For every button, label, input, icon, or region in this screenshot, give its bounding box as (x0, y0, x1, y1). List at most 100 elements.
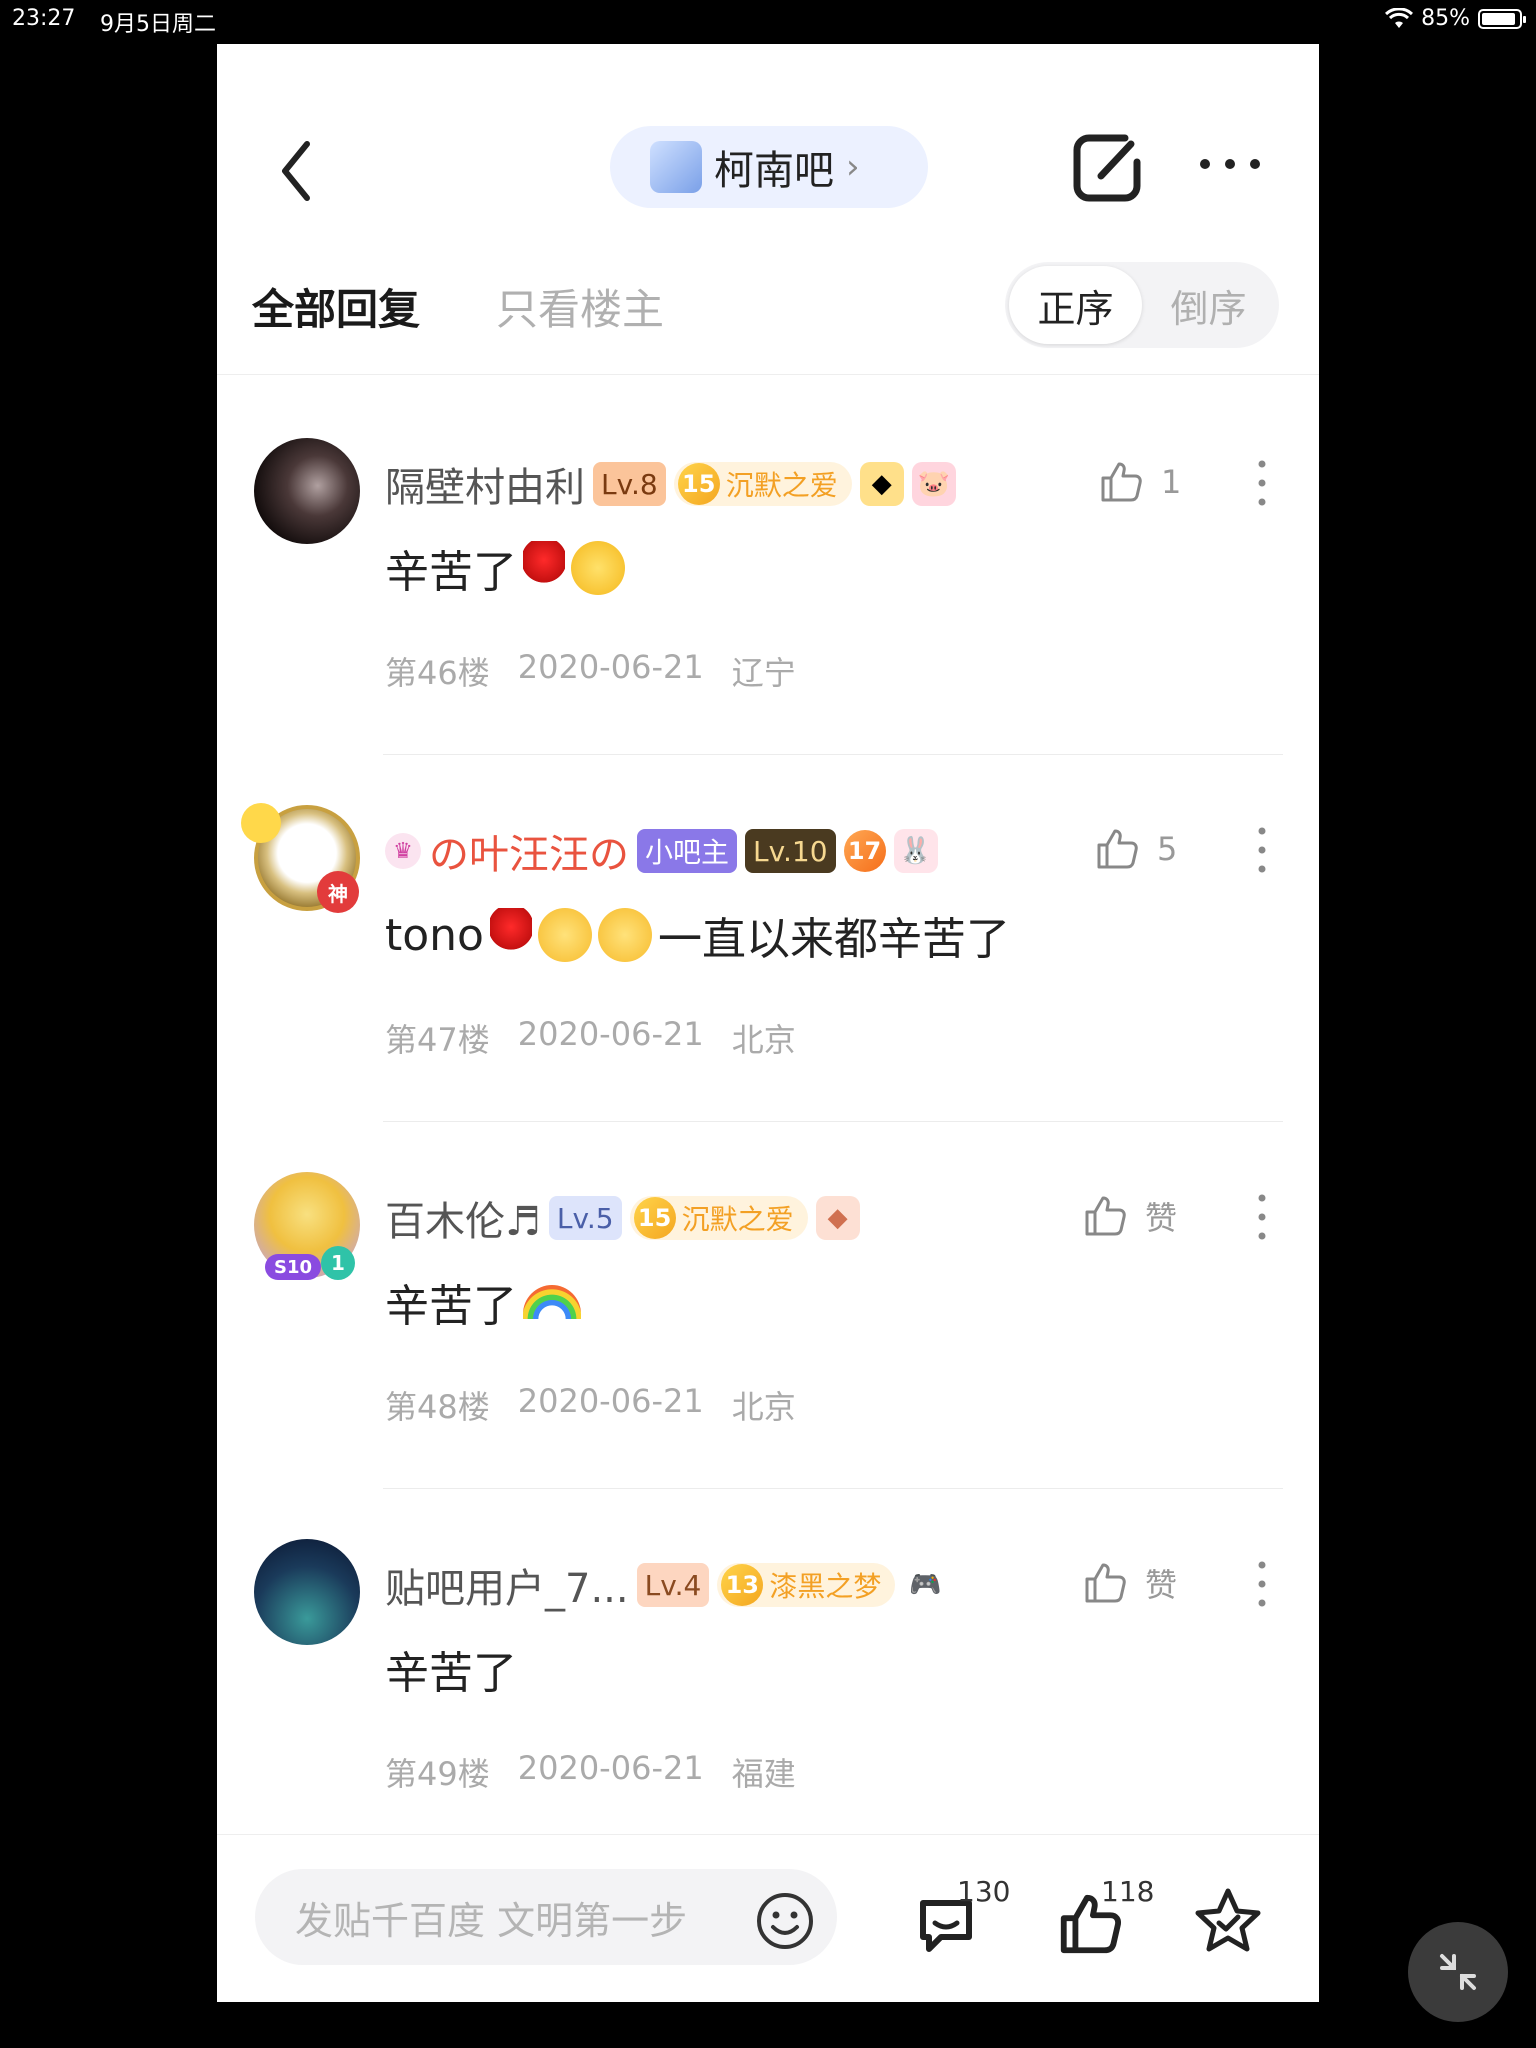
like-label: 赞 (1145, 1199, 1178, 1237)
like-button[interactable]: 赞 (1081, 1192, 1177, 1240)
emoji-picker-button[interactable] (755, 1891, 815, 1951)
level-badge: Lv.4 (636, 1563, 710, 1607)
thumbs-up-icon (1085, 1563, 1126, 1603)
gem-icon: ◆ (815, 1196, 860, 1240)
row-divider (383, 1488, 1283, 1489)
wifi-icon (1385, 7, 1414, 28)
reply-filter-tabs: 全部回复 只看楼主 (252, 276, 664, 337)
reply-location: 北京 (731, 1388, 796, 1426)
shrink-icon (1440, 1954, 1476, 1990)
user-line: 百木伦♬ Lv.5 15 沉默之爱 ◆ (385, 1186, 860, 1250)
battery-icon (1478, 8, 1526, 29)
like-button[interactable]: 1 (1097, 458, 1181, 506)
reply-content: tono 一直以来都辛苦了 (385, 903, 1010, 967)
forum-name: 柯南吧 (714, 148, 834, 194)
smiley-decoration-icon (241, 803, 281, 843)
bottom-toolbar: 发贴千百度 文明第一步 130 118 (217, 1834, 1319, 2002)
reply-date: 2020-06-21 (517, 1382, 704, 1420)
reply-location: 辽宁 (731, 654, 796, 692)
forum-link[interactable]: 柯南吧 › (610, 126, 928, 208)
forum-avatar (650, 141, 702, 193)
comment-button[interactable]: 130 (911, 1875, 1011, 1965)
reply-text: 辛苦了 (385, 1281, 517, 1332)
thumbs-up-icon (1097, 829, 1138, 869)
row-divider (383, 754, 1283, 755)
tab-all-replies[interactable]: 全部回复 (252, 276, 420, 337)
fan-title: 沉默之爱 (725, 469, 838, 502)
floor-number: 第47楼 (385, 1021, 490, 1059)
like-count: 1 (1161, 463, 1182, 501)
reply-content: 辛苦了 (385, 1270, 581, 1334)
fan-level: 17 (843, 830, 886, 872)
reply-composer-input[interactable]: 发贴千百度 文明第一步 (255, 1869, 837, 1965)
fan-badge: 15 沉默之爱 (629, 1196, 808, 1240)
blush-face-emoji (537, 908, 592, 962)
sort-descending-option[interactable]: 倒序 (1142, 266, 1275, 344)
reply-meta: 第46楼 2020-06-21 辽宁 (385, 648, 796, 694)
header-divider (217, 374, 1319, 375)
avatar-badge-text: S10 (265, 1254, 321, 1280)
floor-number: 第46楼 (385, 654, 490, 692)
row-divider (383, 1121, 1283, 1122)
reply-menu-button[interactable] (1247, 1559, 1277, 1609)
thread-like-button[interactable]: 118 (1055, 1875, 1155, 1965)
rose-emoji (489, 908, 532, 962)
reply-text: 辛苦了 (385, 1648, 517, 1699)
status-bar: 23:27 9月5日周二 85% (0, 0, 1536, 40)
avatar-badge: 神 (317, 871, 359, 913)
reply-meta: 第49楼 2020-06-21 福建 (385, 1749, 796, 1795)
username[interactable]: 隔壁村由利 (385, 455, 585, 513)
gamepad-icon: 🎮 (909, 1570, 942, 1600)
exit-fullscreen-button[interactable] (1408, 1922, 1508, 2022)
status-date: 9月5日周二 (100, 12, 216, 37)
reply-text: 辛苦了 (385, 547, 517, 598)
share-button[interactable] (1067, 128, 1147, 208)
user-line: 贴吧用户_7... Lv.4 13 漆黑之梦 🎮 (385, 1553, 947, 1617)
username[interactable]: の叶汪汪の (429, 822, 629, 880)
thread-header: 柯南吧 › 全部回复 只看楼主 正序 倒序 (217, 44, 1319, 348)
floor-number: 第48楼 (385, 1388, 490, 1426)
thread-view: 柯南吧 › 全部回复 只看楼主 正序 倒序 隔壁村由利 Lv.8 15 沉默之爱 (217, 44, 1319, 2002)
back-button[interactable] (277, 136, 317, 206)
thumbs-up-icon (1101, 462, 1142, 502)
moderator-badge: 小吧主 (637, 829, 738, 873)
fan-title: 漆黑之梦 (769, 1570, 882, 1603)
reply-meta: 第47楼 2020-06-21 北京 (385, 1015, 796, 1061)
pleading-face-emoji (571, 541, 625, 595)
rainbow-emoji (523, 1285, 581, 1319)
like-button[interactable]: 5 (1093, 825, 1177, 873)
reply-item: 隔壁村由利 Lv.8 15 沉默之爱 ◆ 🐷 1 辛苦了 第46楼 2020-0… (217, 408, 1319, 776)
username[interactable]: 百木伦♬ (385, 1189, 541, 1247)
like-button[interactable]: 赞 (1081, 1559, 1177, 1607)
rabbit-icon: 🐰 (893, 829, 938, 873)
reply-menu-button[interactable] (1247, 1192, 1277, 1242)
status-right: 85% (1385, 6, 1526, 31)
reply-item: S10 1 百木伦♬ Lv.5 15 沉默之爱 ◆ 赞 辛苦了 第48楼 202… (217, 1142, 1319, 1510)
thumbs-up-icon (1085, 1196, 1126, 1236)
pig-icon: 🐷 (911, 462, 956, 506)
username[interactable]: 贴吧用户_7... (385, 1556, 629, 1614)
sort-toggle: 正序 倒序 (1005, 262, 1279, 348)
gem-icon: ◆ (859, 462, 904, 506)
status-time: 23:27 (12, 6, 76, 31)
reply-text-suffix: 一直以来都辛苦了 (657, 914, 1010, 965)
avatar[interactable] (254, 438, 360, 544)
chevron-right-icon: › (846, 147, 860, 187)
user-line: ♛ の叶汪汪の 小吧主 Lv.10 17 🐰 (385, 819, 938, 883)
reply-date: 2020-06-21 (517, 1749, 704, 1787)
fan-title: 沉默之爱 (681, 1203, 794, 1236)
blush-face-emoji (597, 908, 652, 962)
reply-location: 福建 (731, 1755, 796, 1793)
tab-op-only[interactable]: 只看楼主 (496, 276, 664, 337)
avatar[interactable] (254, 1539, 360, 1645)
favorite-star-button[interactable] (1193, 1885, 1263, 1955)
reply-menu-button[interactable] (1247, 825, 1277, 875)
crown-icon: ♛ (385, 833, 421, 869)
like-count: 5 (1157, 830, 1178, 868)
reply-menu-button[interactable] (1247, 458, 1277, 508)
level-badge: Lv.8 (593, 462, 666, 506)
reply-item: 贴吧用户_7... Lv.4 13 漆黑之梦 🎮 赞 辛苦了 第49楼 2020… (217, 1509, 1319, 1877)
sort-ascending-option[interactable]: 正序 (1009, 266, 1142, 344)
reply-content: 辛苦了 (385, 1637, 517, 1701)
more-options-button[interactable] (1195, 144, 1265, 184)
